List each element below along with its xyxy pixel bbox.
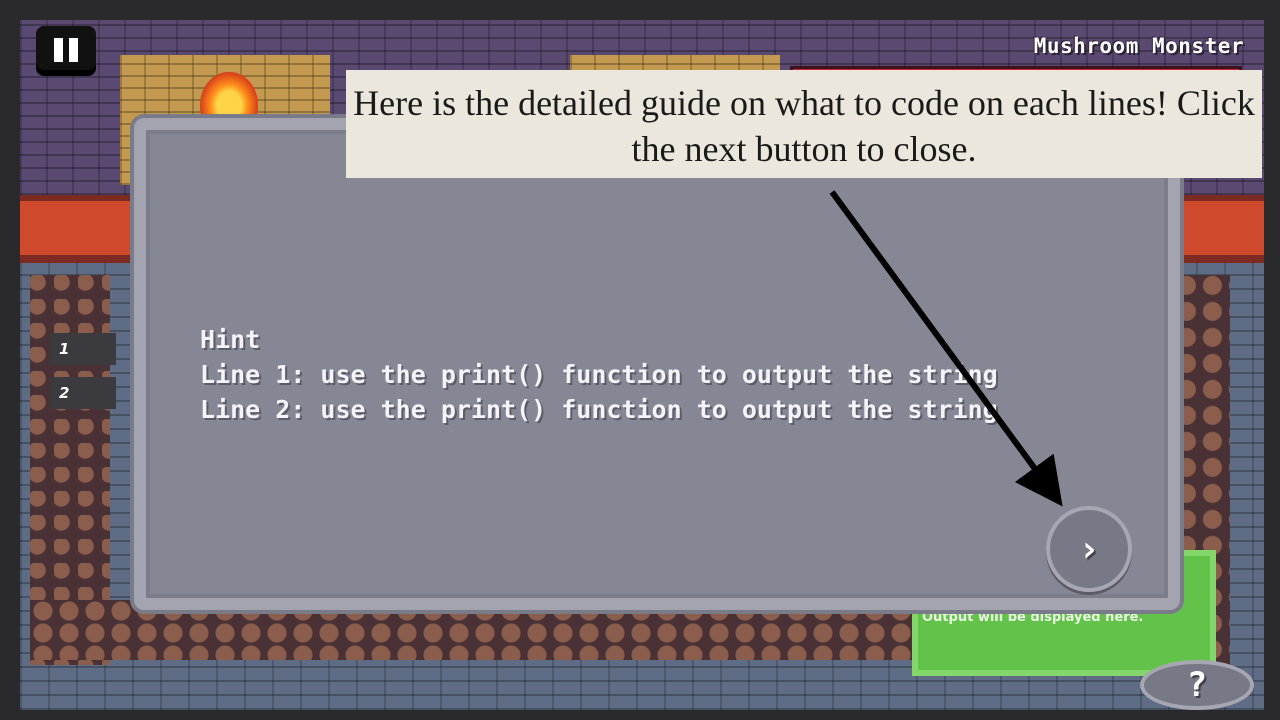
pause-icon-bar — [69, 38, 78, 62]
pause-icon — [54, 38, 63, 62]
next-button[interactable]: › — [1046, 506, 1132, 592]
code-line-number-2[interactable]: 2 — [50, 377, 116, 409]
tutorial-callout: Here is the detailed guide on what to co… — [346, 70, 1262, 178]
hint-line-1: Line 1: use the print() function to outp… — [200, 360, 998, 389]
hint-title: Hint — [200, 325, 261, 354]
help-button[interactable]: ? — [1140, 660, 1254, 710]
help-icon: ? — [1186, 665, 1208, 705]
pause-button[interactable] — [36, 26, 96, 74]
output-placeholder: Output will be displayed here. — [922, 610, 1144, 625]
hint-text: Hint Line 1: use the print() function to… — [200, 322, 1130, 427]
chevron-right-icon: › — [1078, 528, 1100, 570]
code-line-number-1[interactable]: 1 — [50, 333, 116, 365]
enemy-name: Mushroom Monster — [1033, 34, 1244, 58]
torch-fire-icon — [200, 72, 258, 120]
hint-line-2: Line 2: use the print() function to outp… — [200, 395, 998, 424]
